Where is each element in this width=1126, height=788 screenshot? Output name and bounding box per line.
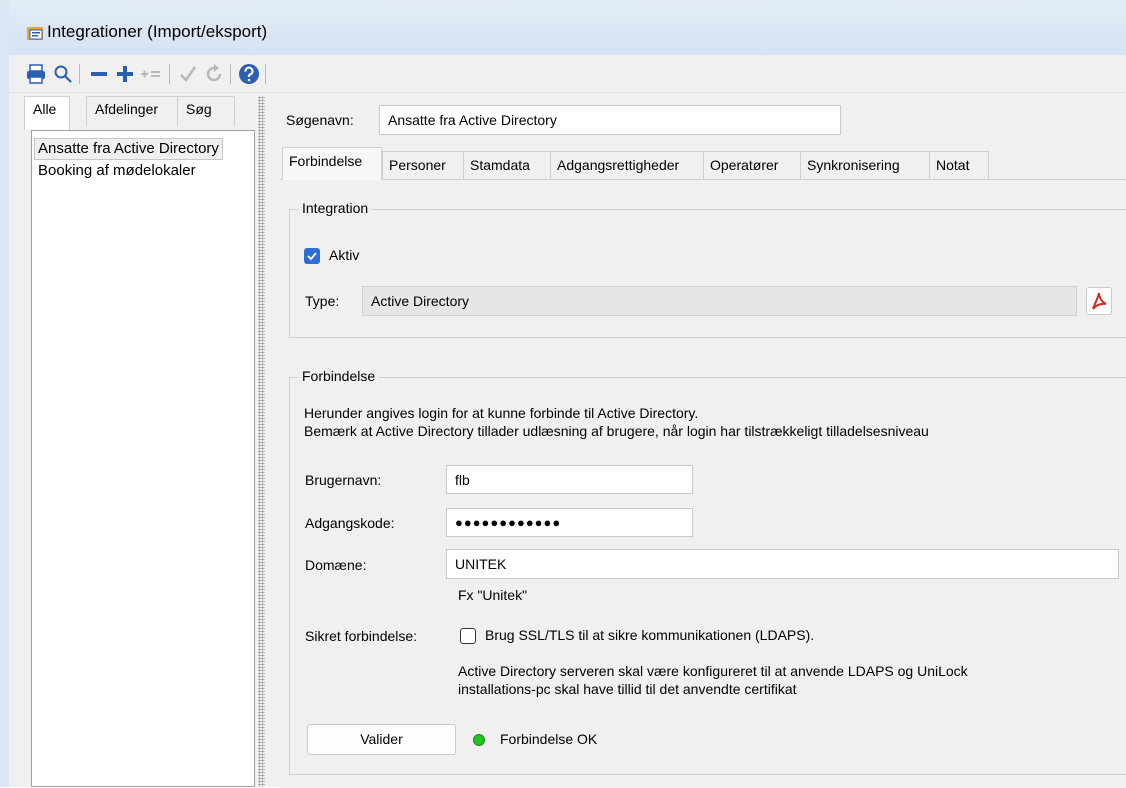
integration-app-icon [27, 27, 43, 40]
checkmark-icon [180, 66, 197, 82]
panel-splitter[interactable] [258, 96, 265, 787]
tab-adgangsrettigheder[interactable]: Adgangsrettigheder [550, 151, 704, 179]
plus-equals-icon [141, 70, 160, 78]
delete-button[interactable] [87, 62, 111, 86]
tab-forbindelse[interactable]: Forbindelse [282, 147, 382, 180]
preview-button[interactable] [51, 62, 75, 86]
secure-connection-label: Sikret forbindelse: [305, 628, 418, 644]
refresh-icon [206, 64, 222, 82]
app-window: Integrationer (Import/eksport) Alle Afde… [0, 0, 1126, 788]
toolbar [9, 55, 1126, 93]
help-button[interactable] [237, 62, 261, 86]
tab-personer[interactable]: Personer [382, 151, 464, 179]
toolbar-separator [79, 64, 80, 84]
integration-group: Integration [289, 200, 1126, 338]
tab-alle[interactable]: Alle [24, 96, 70, 130]
search-label: Søgenavn: [286, 112, 354, 128]
type-field: Active Directory [362, 286, 1077, 316]
ssl-label: Brug SSL/TLS til at sikre kommunikatione… [485, 627, 815, 643]
toolbar-separator [265, 64, 266, 84]
list-item[interactable]: Ansatte fra Active Directory [34, 138, 223, 160]
password-label: Adgangskode: [305, 515, 395, 531]
domain-label: Domæne: [305, 557, 367, 573]
connection-group-title: Forbindelse [298, 368, 380, 384]
integration-list[interactable]: Ansatte fra Active Directory Booking af … [31, 130, 255, 787]
print-button[interactable] [24, 62, 48, 86]
plus-icon [117, 66, 133, 82]
list-item[interactable]: Booking af mødelokaler [35, 161, 199, 181]
tab-afdelinger[interactable]: Afdelinger [86, 96, 178, 126]
tab-soeg[interactable]: Søg [177, 96, 235, 126]
tab-stamdata[interactable]: Stamdata [463, 151, 551, 179]
integration-group-title: Integration [298, 200, 373, 216]
ssl-checkbox[interactable] [460, 628, 476, 644]
magnifier-icon [54, 65, 72, 83]
pdf-icon [1092, 292, 1107, 310]
help-icon [239, 64, 259, 84]
add-button[interactable] [113, 62, 137, 86]
minus-icon [91, 72, 107, 76]
info-text-line1: Herunder angives login for at kunne forb… [304, 405, 699, 421]
active-label: Aktiv [329, 247, 360, 263]
connection-status: Forbindelse OK [500, 731, 598, 747]
printer-icon [27, 64, 45, 84]
domain-hint: Fx "Unitek" [458, 587, 528, 603]
tab-operatorer[interactable]: Operatører [703, 151, 801, 179]
title-bar: Integrationer (Import/eksport) [9, 0, 1126, 55]
refresh-button[interactable] [202, 62, 226, 86]
status-indicator-icon [473, 734, 485, 746]
username-input[interactable]: flb [446, 465, 693, 494]
ldaps-note-line1: Active Directory serveren skal være konf… [458, 663, 968, 679]
documentation-button[interactable] [1086, 287, 1112, 315]
domain-input[interactable]: UNITEK [446, 549, 1119, 579]
validate-button[interactable]: Valider [307, 724, 456, 755]
tab-synkronisering[interactable]: Synkronisering [800, 151, 930, 179]
search-name-input[interactable]: Ansatte fra Active Directory [379, 105, 841, 135]
tab-notat[interactable]: Notat [929, 151, 989, 179]
window-title: Integrationer (Import/eksport) [47, 22, 268, 41]
window-edge [0, 0, 9, 787]
check-icon [307, 252, 317, 261]
type-label: Type: [305, 293, 340, 309]
password-input[interactable]: ●●●●●●●●●●●● [446, 508, 693, 537]
toolbar-separator [230, 64, 231, 84]
confirm-button[interactable] [176, 62, 200, 86]
username-label: Brugernavn: [305, 472, 382, 488]
toolbar-separator [169, 64, 170, 84]
active-checkbox[interactable] [304, 248, 320, 264]
add-many-button[interactable] [139, 62, 163, 86]
info-text-line2: Bemærk at Active Directory tillader udlæ… [304, 423, 929, 439]
ldaps-note-line2: installations-pc skal have tillid til de… [458, 681, 797, 697]
